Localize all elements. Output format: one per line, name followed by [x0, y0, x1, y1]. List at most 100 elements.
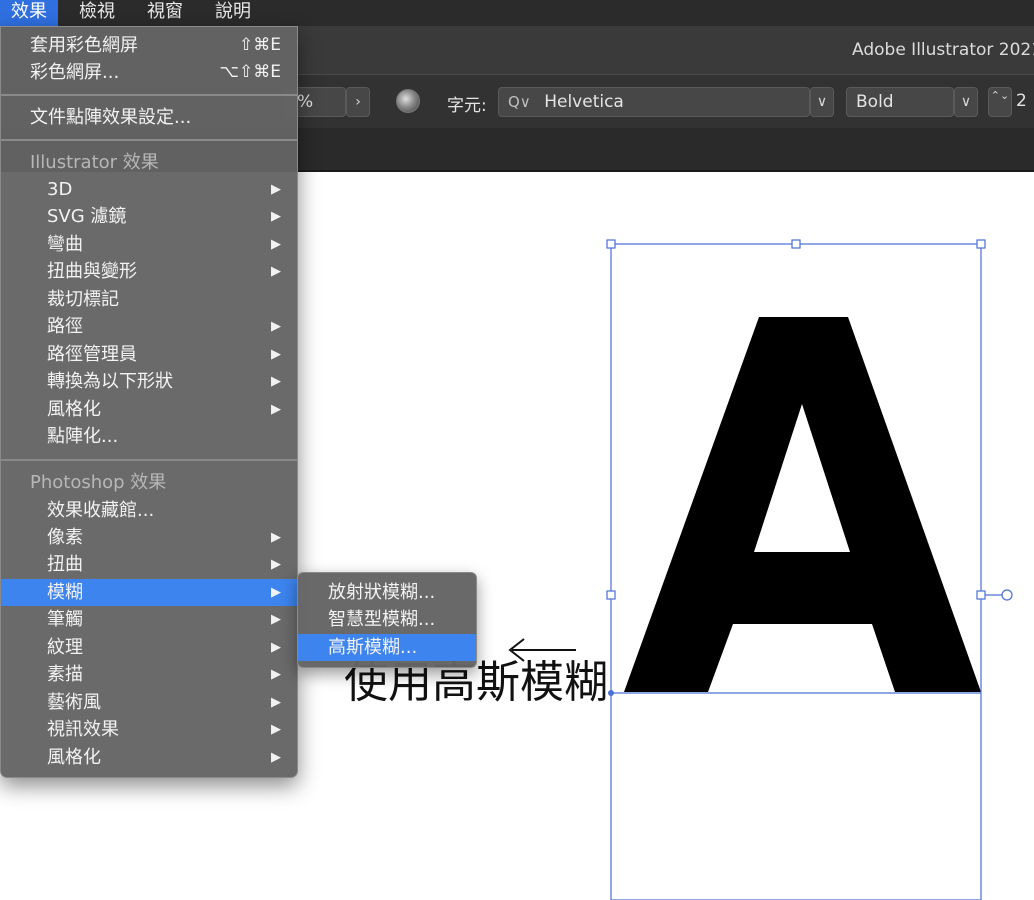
apply-last-effect-shortcut: ⇧⌘E	[239, 35, 281, 55]
submenu-arrow-icon: ▶	[271, 530, 281, 545]
menu-item-apply-last-effect[interactable]: 套用彩色網屏 ⇧⌘E	[1, 32, 297, 59]
menu-item-distort[interactable]: 扭曲 ▶	[1, 551, 297, 578]
menu-item-label: 效果收藏館...	[47, 500, 155, 521]
menu-item-texture[interactable]: 紋理 ▶	[1, 634, 297, 661]
font-size-stepper[interactable]: ⌃⌄	[988, 87, 1012, 117]
submenu-item-label: 高斯模糊...	[328, 637, 418, 658]
menu-help[interactable]: 說明	[204, 0, 262, 26]
menu-item-label: 筆觸	[47, 609, 83, 630]
character-label[interactable]: 字元:	[447, 91, 487, 116]
menu-item-3d[interactable]: 3D ▶	[1, 176, 297, 203]
menu-item-brush-strokes[interactable]: 筆觸 ▶	[1, 606, 297, 633]
menu-item-label: 扭曲與變形	[47, 261, 137, 282]
menu-item-label: 路徑管理員	[47, 344, 137, 365]
menu-item-label: 風格化	[47, 399, 101, 420]
app-title: Adobe Illustrator 2021	[852, 40, 1034, 60]
menu-item-distort-transform[interactable]: 扭曲與變形 ▶	[1, 258, 297, 285]
menu-item-label: 點陣化...	[47, 426, 119, 447]
handle-middle-right[interactable]	[976, 590, 986, 600]
opacity-suffix: %	[297, 92, 314, 112]
menu-item-label: 風格化	[47, 747, 101, 768]
menu-item-label: 模糊	[47, 582, 83, 603]
menu-item-svg-filters[interactable]: SVG 濾鏡 ▶	[1, 203, 297, 230]
menu-effect[interactable]: 效果	[0, 0, 58, 26]
menu-separator	[1, 459, 297, 461]
menu-separator	[1, 94, 297, 96]
submenu-item-smart-blur[interactable]: 智慧型模糊...	[298, 606, 476, 633]
handle-top-right[interactable]	[976, 239, 986, 249]
menu-item-effect-gallery[interactable]: 效果收藏館...	[1, 497, 297, 524]
blur-submenu: 放射狀模糊... 智慧型模糊... 高斯模糊...	[297, 572, 477, 668]
submenu-arrow-icon: ▶	[271, 695, 281, 710]
menu-item-sketch[interactable]: 素描 ▶	[1, 661, 297, 688]
last-effect-shortcut: ⌥⇧⌘E	[219, 62, 281, 82]
submenu-arrow-icon: ▶	[271, 667, 281, 682]
menu-window[interactable]: 視窗	[136, 0, 194, 26]
submenu-item-radial-blur[interactable]: 放射狀模糊...	[298, 579, 476, 606]
menu-item-pixelate[interactable]: 像素 ▶	[1, 524, 297, 551]
menu-item-label: 視訊效果	[47, 719, 119, 740]
handle-middle-left[interactable]	[606, 590, 616, 600]
menu-item-last-effect[interactable]: 彩色網屏... ⌥⇧⌘E	[1, 59, 297, 86]
type-out-port[interactable]	[1001, 589, 1013, 601]
submenu-arrow-icon: ▶	[271, 722, 281, 737]
menu-item-label: 像素	[47, 527, 83, 548]
illustrator-effects-header: Illustrator 效果	[30, 152, 159, 173]
font-family-dropdown[interactable]: ∨	[810, 87, 834, 117]
font-style-field[interactable]: Bold	[846, 87, 954, 117]
effect-menu-dropdown: 套用彩色網屏 ⇧⌘E 彩色網屏... ⌥⇧⌘E 文件點陣效果設定... Illu…	[0, 26, 298, 778]
handle-top-left[interactable]	[606, 239, 616, 249]
menu-item-warp[interactable]: 彎曲 ▶	[1, 231, 297, 258]
menu-item-label: 路徑	[47, 316, 83, 337]
font-search-icon: Q∨	[508, 93, 531, 111]
recolor-artwork-icon[interactable]	[396, 89, 420, 113]
menu-item-video[interactable]: 視訊效果 ▶	[1, 716, 297, 743]
font-family-value: Helvetica	[544, 92, 624, 112]
last-effect-label: 彩色網屏...	[30, 62, 120, 83]
font-style-value: Bold	[856, 92, 894, 112]
submenu-arrow-icon: ▶	[271, 750, 281, 765]
menu-item-label: 裁切標記	[47, 289, 119, 310]
font-size-value[interactable]: 2	[1016, 91, 1027, 111]
font-style-dropdown[interactable]: ∨	[954, 87, 978, 117]
menu-item-label: 3D	[47, 179, 73, 200]
submenu-arrow-icon: ▶	[271, 347, 281, 362]
menu-item-pathfinder[interactable]: 路徑管理員 ▶	[1, 341, 297, 368]
menu-item-crop-marks[interactable]: 裁切標記	[1, 286, 297, 313]
submenu-item-label: 放射狀模糊...	[328, 582, 436, 603]
menu-item-convert-to-shape[interactable]: 轉換為以下形狀 ▶	[1, 368, 297, 395]
apply-last-effect-label: 套用彩色網屏	[30, 35, 138, 56]
menu-item-artistic[interactable]: 藝術風 ▶	[1, 689, 297, 716]
menu-item-path[interactable]: 路徑 ▶	[1, 313, 297, 340]
submenu-item-label: 智慧型模糊...	[328, 609, 436, 630]
menu-item-stylize-photoshop[interactable]: 風格化 ▶	[1, 744, 297, 771]
opacity-arrow-button[interactable]: ›	[346, 87, 370, 117]
submenu-arrow-icon: ▶	[271, 557, 281, 572]
menu-item-blur[interactable]: 模糊 ▶	[1, 579, 297, 606]
menu-view[interactable]: 檢視	[68, 0, 126, 26]
submenu-arrow-icon: ▶	[271, 402, 281, 417]
menu-item-stylize-illustrator[interactable]: 風格化 ▶	[1, 396, 297, 423]
handle-top-middle[interactable]	[791, 239, 801, 249]
document-raster-settings-label: 文件點陣效果設定...	[30, 107, 192, 128]
submenu-arrow-icon: ▶	[271, 237, 281, 252]
font-family-field[interactable]: Q∨ Helvetica	[498, 87, 810, 117]
submenu-item-gaussian-blur[interactable]: 高斯模糊...	[298, 634, 476, 661]
submenu-arrow-icon: ▶	[271, 264, 281, 279]
submenu-arrow-icon: ▶	[271, 374, 281, 389]
submenu-arrow-icon: ▶	[271, 640, 281, 655]
submenu-arrow-icon: ▶	[271, 182, 281, 197]
submenu-arrow-icon: ▶	[271, 209, 281, 224]
menu-item-label: 轉換為以下形狀	[47, 371, 173, 392]
menu-item-label: 彎曲	[47, 234, 83, 255]
menu-item-label: SVG 濾鏡	[47, 206, 127, 227]
baseline-anchor	[608, 690, 614, 696]
annotation-arrow-icon	[508, 638, 576, 662]
menu-item-document-raster-settings[interactable]: 文件點陣效果設定...	[1, 104, 297, 131]
submenu-arrow-icon: ▶	[271, 612, 281, 627]
submenu-arrow-icon: ▶	[271, 585, 281, 600]
submenu-arrow-icon: ▶	[271, 319, 281, 334]
menu-item-rasterize[interactable]: 點陣化...	[1, 423, 297, 450]
photoshop-effects-header: Photoshop 效果	[30, 472, 167, 493]
menu-item-label: 扭曲	[47, 554, 83, 575]
